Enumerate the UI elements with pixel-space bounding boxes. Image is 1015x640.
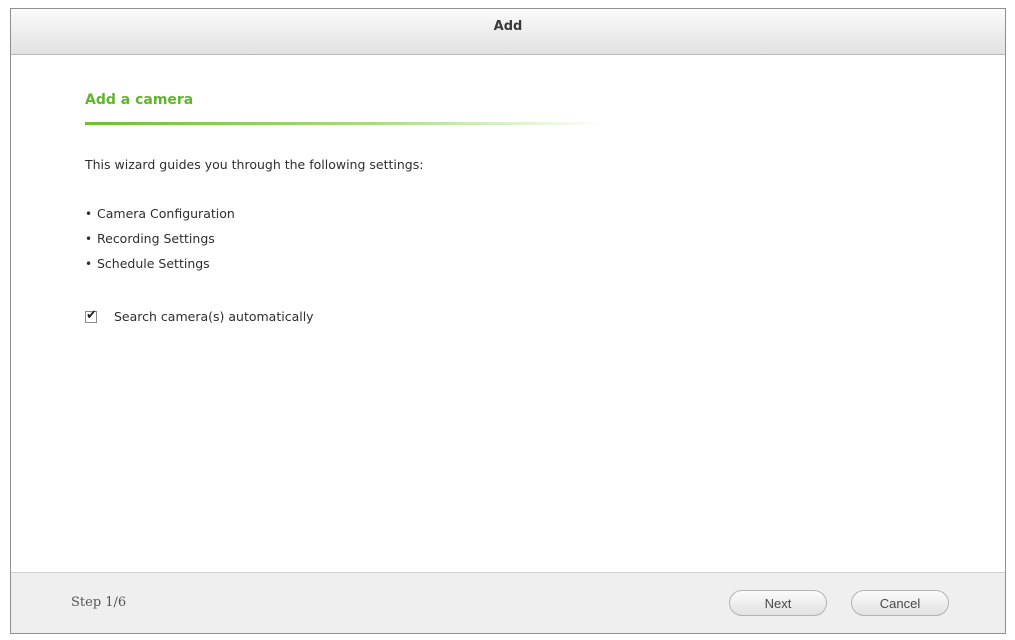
list-item: • Recording Settings [85, 230, 235, 255]
wizard-content: Add a camera This wizard guides you thro… [11, 55, 1005, 575]
bullet-icon: • [85, 232, 93, 246]
heading-underline [85, 122, 605, 125]
next-button[interactable]: Next [729, 590, 827, 616]
dialog-titlebar: Add [11, 9, 1005, 55]
wizard-heading: Add a camera [85, 92, 194, 108]
list-item: • Schedule Settings [85, 255, 235, 280]
cancel-button[interactable]: Cancel [851, 590, 949, 616]
dialog-title: Add [493, 19, 523, 34]
wizard-intro: This wizard guides you through the follo… [85, 157, 424, 172]
search-automatically-checkbox[interactable]: ✔ [85, 307, 97, 323]
list-item-label: Recording Settings [97, 231, 215, 246]
list-item-label: Camera Configuration [97, 206, 235, 221]
list-item: • Camera Configuration [85, 205, 235, 230]
step-indicator: Step 1/6 [71, 595, 127, 610]
search-automatically-label[interactable]: Search camera(s) automatically [114, 309, 314, 324]
checkmark-icon: ✔ [86, 307, 97, 323]
bullet-icon: • [85, 207, 93, 221]
settings-list: • Camera Configuration • Recording Setting… [85, 205, 235, 280]
dialog-footer: Step 1/6 Next Cancel [11, 572, 1005, 633]
bullet-icon: • [85, 257, 93, 271]
list-item-label: Schedule Settings [97, 256, 210, 271]
search-automatically-option: ✔ Search camera(s) automatically [85, 307, 314, 324]
add-camera-dialog: Add Add a camera This wizard guides you … [10, 8, 1006, 634]
